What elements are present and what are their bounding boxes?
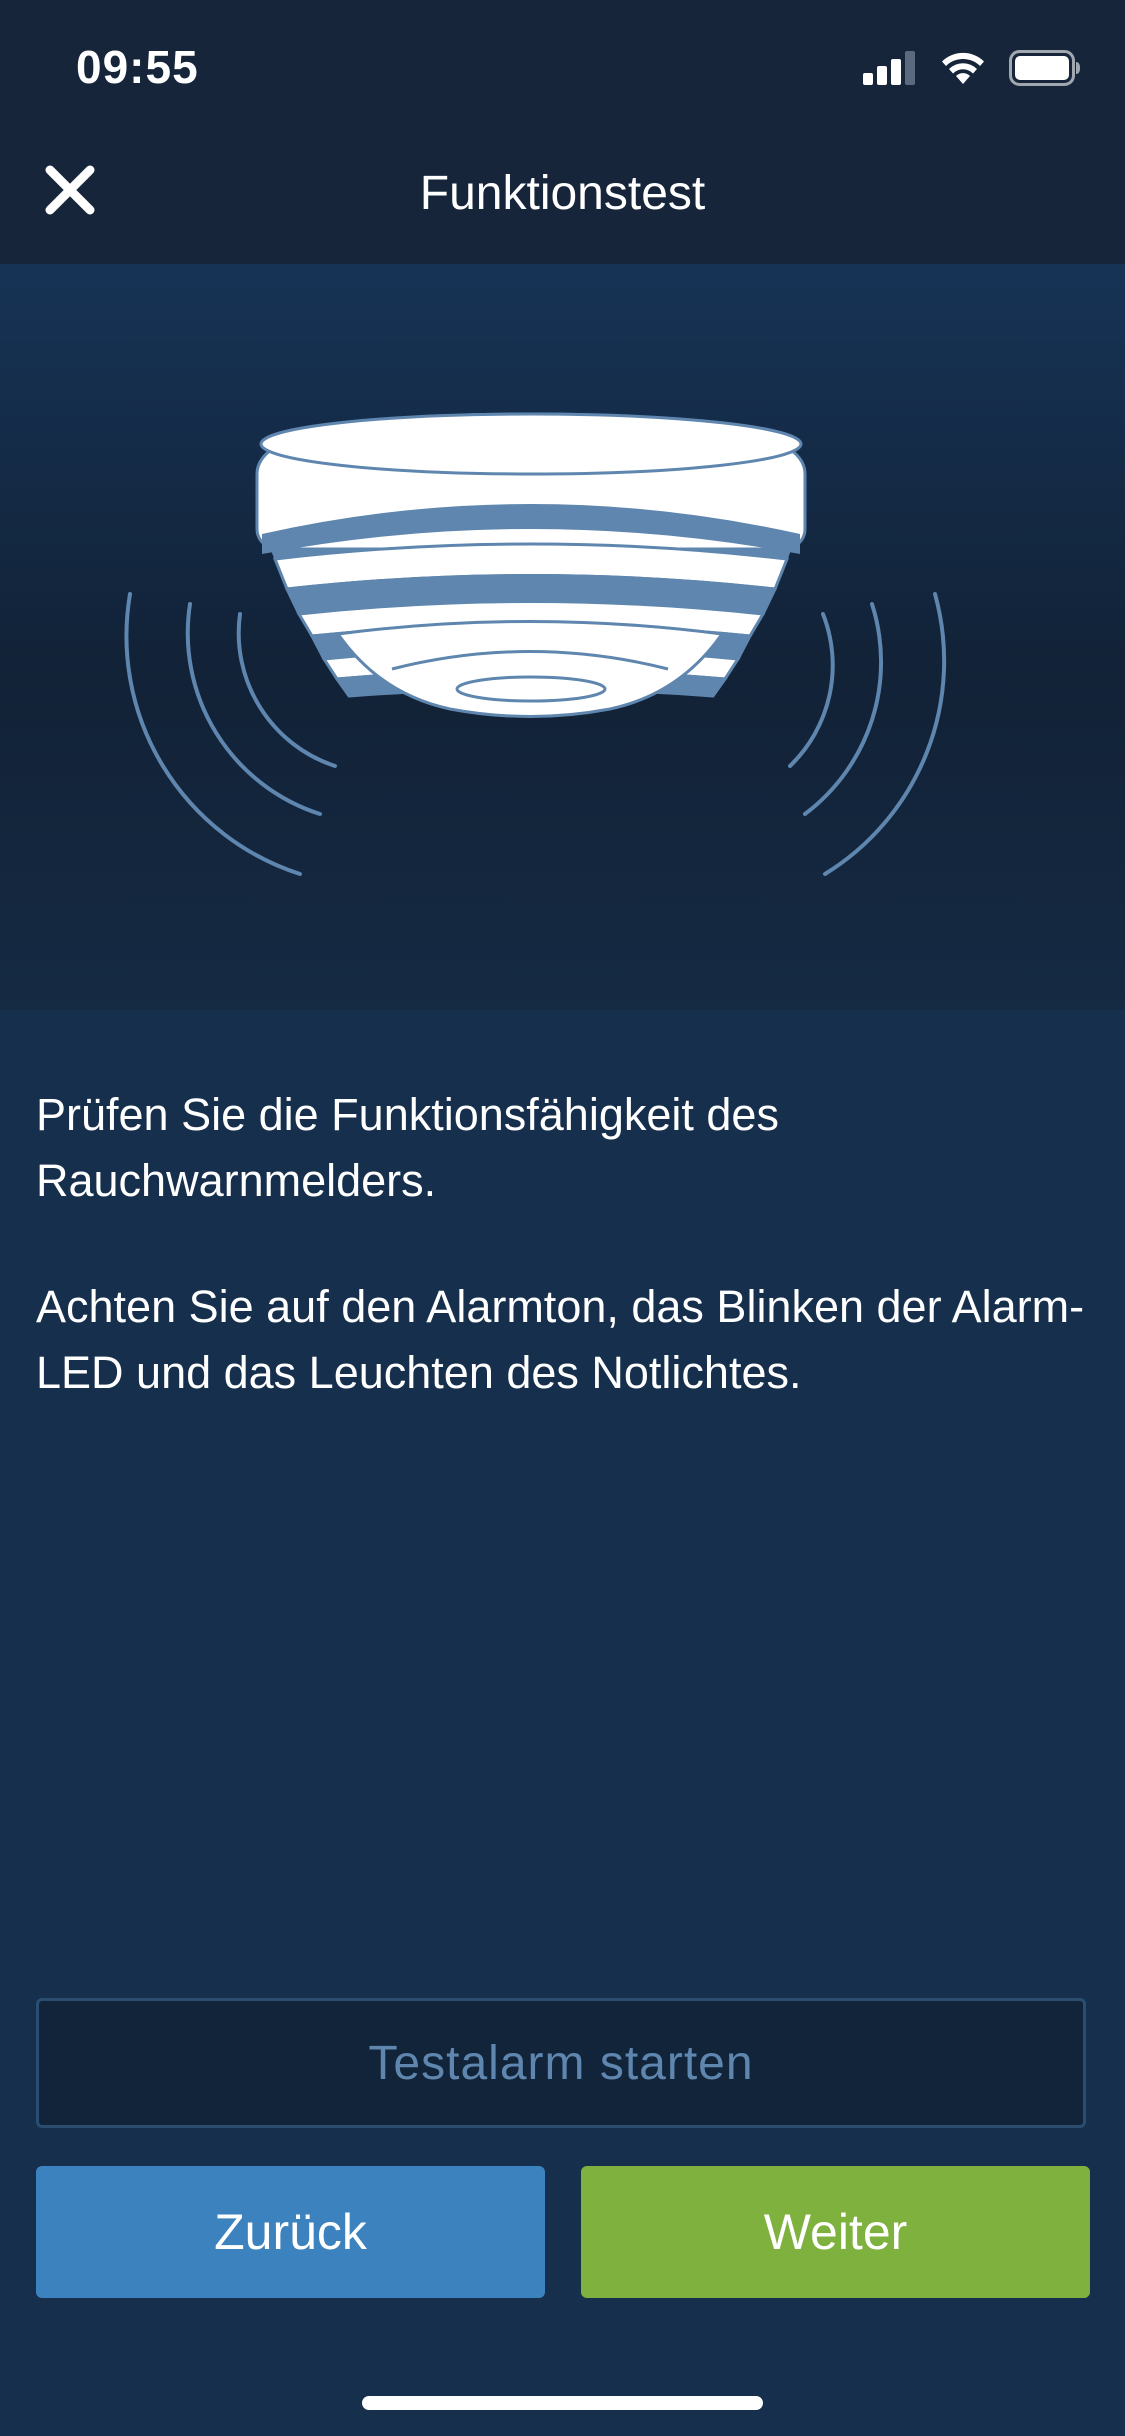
status-time: 09:55	[76, 41, 199, 93]
instruction-paragraph-2: Achten Sie auf den Alarmton, das Blinken…	[36, 1281, 1085, 1398]
next-button[interactable]: Weiter	[581, 2166, 1090, 2298]
home-indicator[interactable]	[362, 2396, 763, 2410]
nav-bar: Funktionstest	[0, 140, 1125, 264]
start-test-alarm-button[interactable]: Testalarm starten	[36, 1998, 1086, 2128]
cellular-signal-icon	[863, 51, 915, 85]
instruction-paragraph-1: Prüfen Sie die Funktionsfähigkeit des Ra…	[36, 1089, 779, 1206]
page-title: Funktionstest	[419, 167, 706, 220]
smoke-detector-icon	[124, 412, 947, 876]
back-button[interactable]: Zurück	[36, 2166, 545, 2298]
battery-icon	[1009, 50, 1080, 86]
status-bar: 09:55	[0, 0, 1125, 140]
wifi-icon	[942, 52, 984, 84]
hero-illustration	[0, 264, 1125, 1010]
status-icons	[863, 50, 1081, 86]
instructions: Prüfen Sie die Funktionsfähigkeit des Ra…	[36, 1082, 1086, 1466]
